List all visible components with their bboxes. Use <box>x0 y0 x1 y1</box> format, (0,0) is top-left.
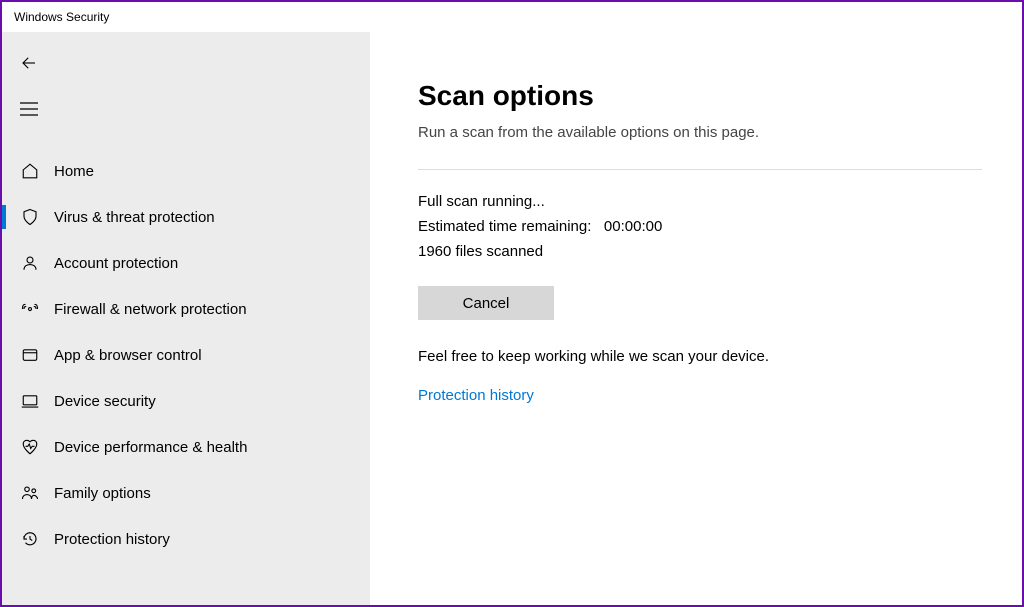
sidebar-item-label: App & browser control <box>54 347 202 364</box>
sidebar-item-account[interactable]: Account protection <box>2 240 370 286</box>
sidebar-item-label: Virus & threat protection <box>54 209 215 226</box>
sidebar-item-label: Device performance & health <box>54 439 247 456</box>
sidebar-item-family[interactable]: Family options <box>2 470 370 516</box>
sidebar-item-label: Firewall & network protection <box>54 301 247 318</box>
scan-status-files: 1960 files scanned <box>418 240 982 265</box>
history-icon <box>20 529 40 549</box>
protection-history-link[interactable]: Protection history <box>418 387 534 404</box>
sidebar-item-performance[interactable]: Device performance & health <box>2 424 370 470</box>
sidebar-item-device-security[interactable]: Device security <box>2 378 370 424</box>
family-icon <box>20 483 40 503</box>
back-button[interactable] <box>8 42 50 84</box>
sidebar: Home Virus & threat protection Account p… <box>2 32 370 605</box>
firewall-icon <box>20 299 40 319</box>
hamburger-icon <box>20 102 38 116</box>
sidebar-item-label: Family options <box>54 485 151 502</box>
sidebar-item-firewall[interactable]: Firewall & network protection <box>2 286 370 332</box>
sidebar-item-label: Account protection <box>54 255 178 272</box>
browser-icon <box>20 345 40 365</box>
sidebar-item-app-browser[interactable]: App & browser control <box>2 332 370 378</box>
sidebar-item-history[interactable]: Protection history <box>2 516 370 562</box>
sidebar-item-label: Home <box>54 163 94 180</box>
shield-icon <box>20 207 40 227</box>
main-content: Scan options Run a scan from the availab… <box>370 32 1022 605</box>
back-arrow-icon <box>20 54 38 72</box>
hamburger-button[interactable] <box>8 88 50 130</box>
window-title: Windows Security <box>14 10 109 24</box>
scan-status-running: Full scan running... <box>418 190 982 215</box>
eta-value: 00:00:00 <box>604 218 662 235</box>
page-title: Scan options <box>418 80 982 112</box>
sidebar-item-label: Protection history <box>54 531 170 548</box>
account-icon <box>20 253 40 273</box>
health-icon <box>20 437 40 457</box>
eta-label: Estimated time remaining: <box>418 218 591 235</box>
sidebar-item-home[interactable]: Home <box>2 148 370 194</box>
window-titlebar: Windows Security <box>2 2 1022 32</box>
divider <box>418 169 982 170</box>
device-icon <box>20 391 40 411</box>
scan-status-eta: Estimated time remaining: 00:00:00 <box>418 215 982 240</box>
keep-working-text: Feel free to keep working while we scan … <box>418 348 982 365</box>
page-description: Run a scan from the available options on… <box>418 124 982 141</box>
home-icon <box>20 161 40 181</box>
sidebar-item-label: Device security <box>54 393 156 410</box>
cancel-button[interactable]: Cancel <box>418 286 554 320</box>
sidebar-item-virus-threat[interactable]: Virus & threat protection <box>2 194 370 240</box>
